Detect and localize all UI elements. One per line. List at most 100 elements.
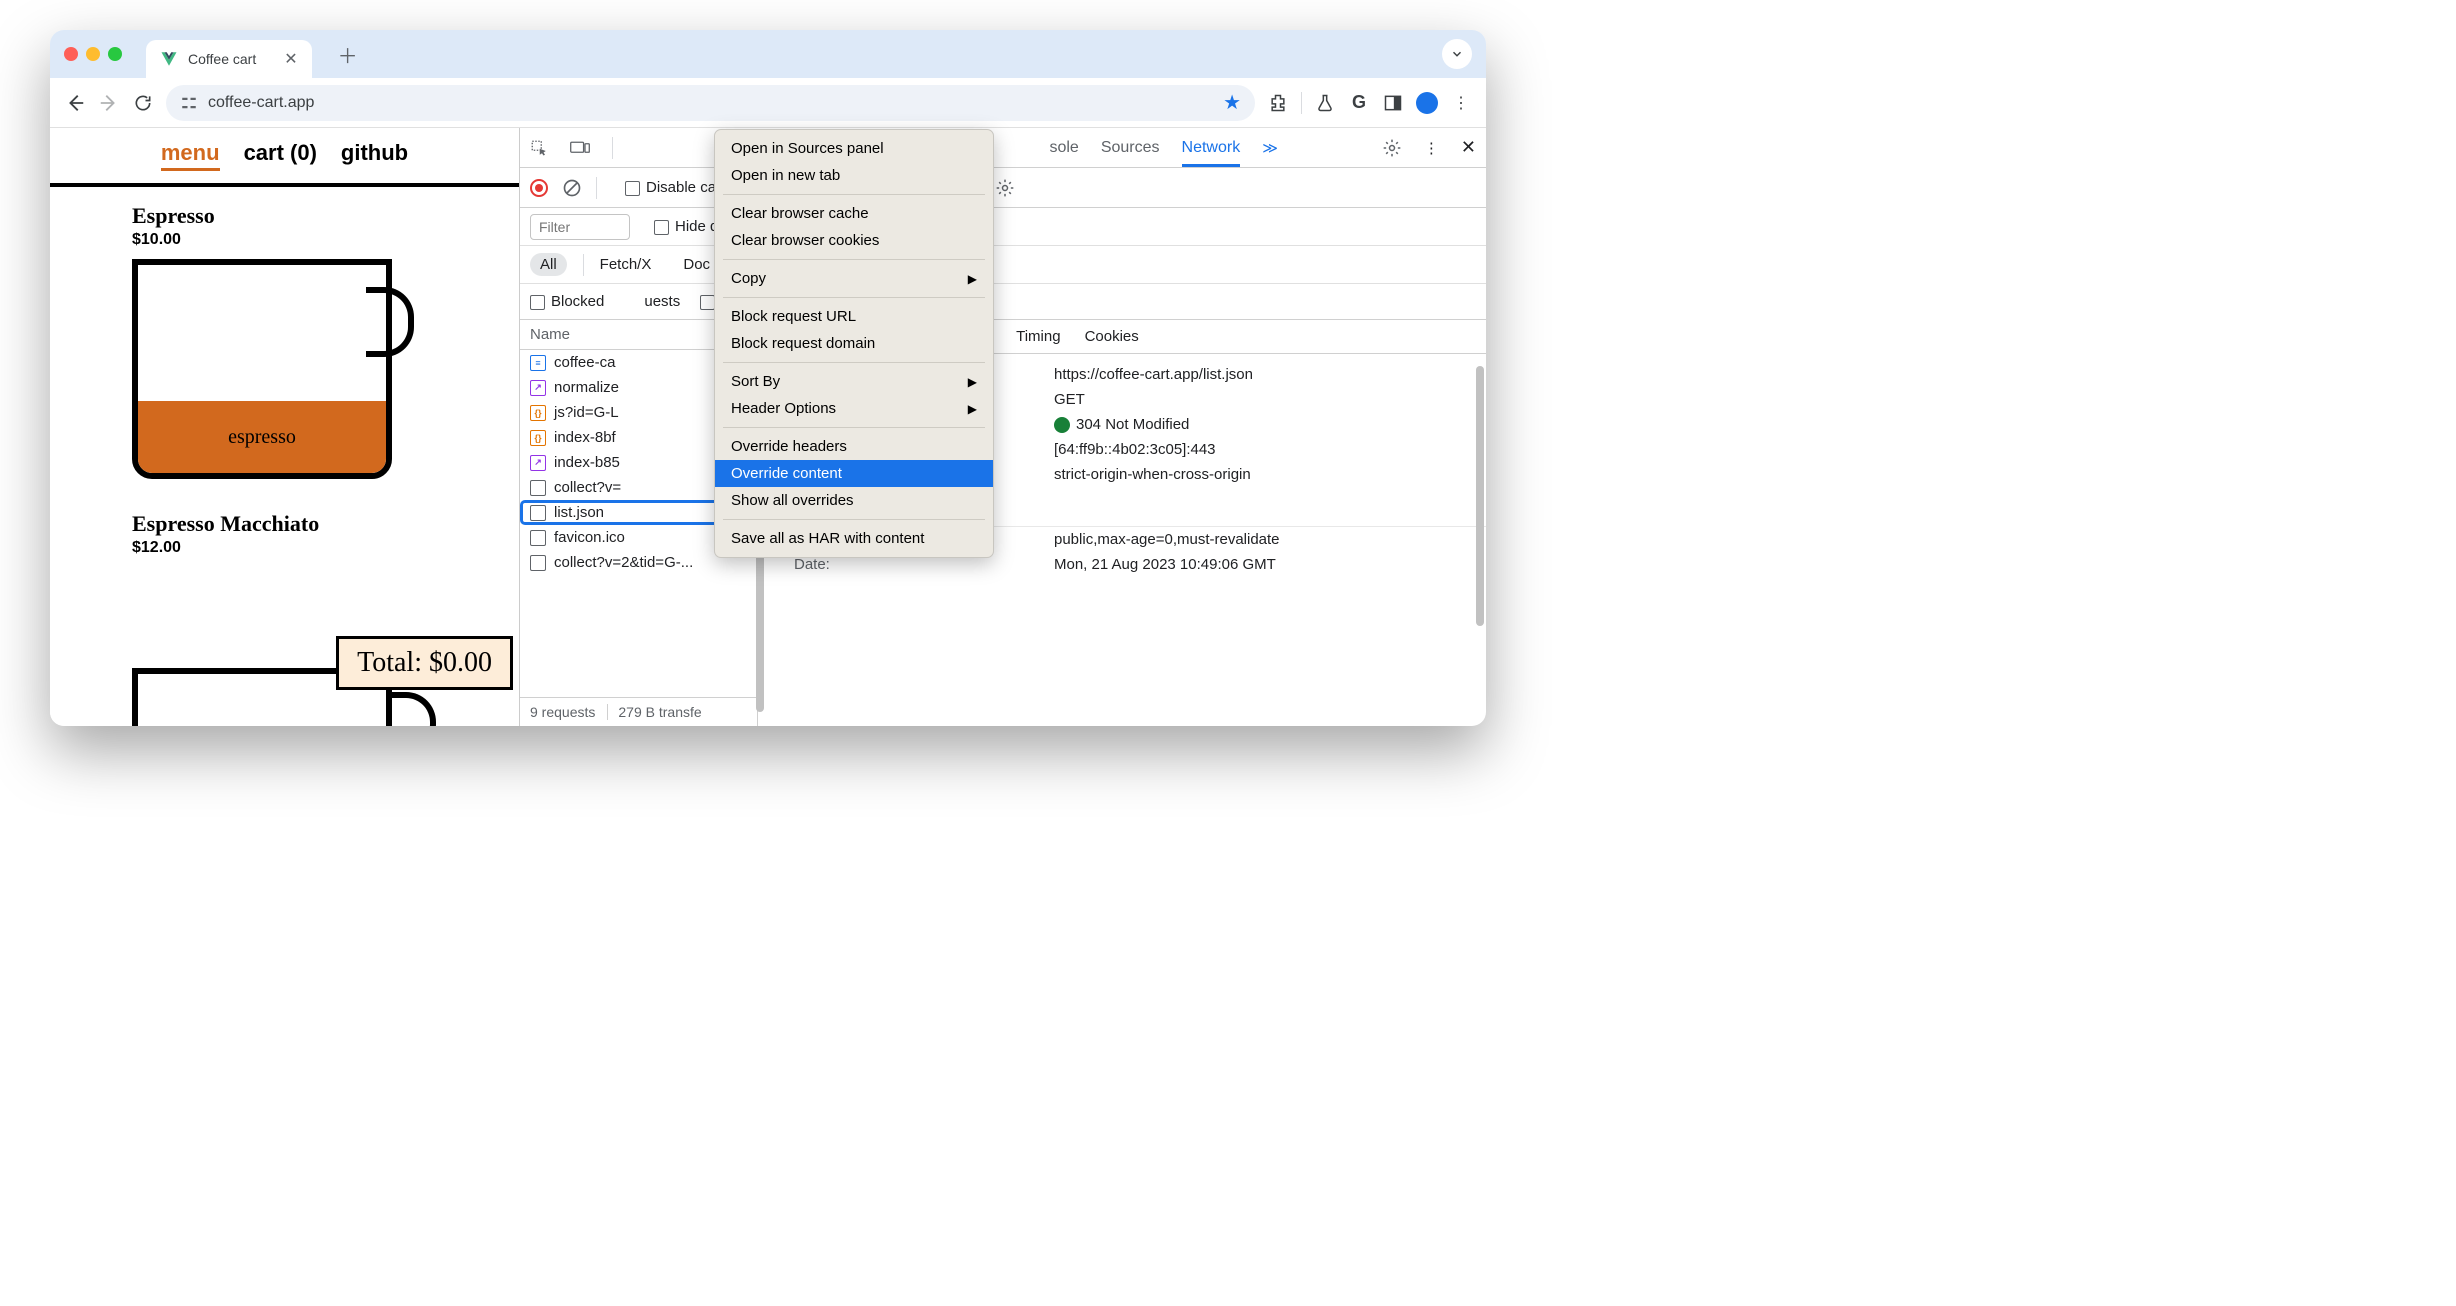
window-close-button[interactable] bbox=[64, 47, 78, 61]
extension-icon bbox=[1268, 93, 1288, 113]
tab-title: Coffee cart bbox=[188, 51, 256, 67]
more-tabs-button[interactable]: ≫ bbox=[1262, 139, 1278, 157]
panel-tab-console[interactable]: sole bbox=[1049, 139, 1078, 157]
gear-icon[interactable] bbox=[1382, 138, 1402, 158]
inspect-icon[interactable] bbox=[530, 139, 548, 157]
product-name: Espresso bbox=[132, 203, 519, 229]
context-menu-item[interactable]: Save all as HAR with content bbox=[715, 525, 993, 552]
menu-item-label: Copy bbox=[731, 270, 766, 287]
arrow-right-icon bbox=[98, 92, 120, 114]
menu-item-label: Open in Sources panel bbox=[731, 140, 884, 157]
bookmark-star-icon[interactable]: ★ bbox=[1223, 90, 1241, 115]
devtools-menu-button[interactable]: ⋮ bbox=[1424, 139, 1439, 157]
clear-button[interactable] bbox=[562, 178, 582, 198]
device-toolbar-icon[interactable] bbox=[570, 139, 590, 157]
context-menu-item[interactable]: Copy ▶ bbox=[715, 265, 993, 292]
tab-cookies[interactable]: Cookies bbox=[1085, 328, 1139, 345]
menu-item-label: Save all as HAR with content bbox=[731, 530, 924, 547]
blocked-requests-checkbox[interactable]: Blocked bbox=[530, 293, 604, 310]
doc-file-icon: ≡ bbox=[530, 355, 546, 371]
product-card: Espresso $10.00 espresso bbox=[50, 187, 519, 489]
other-file-icon bbox=[530, 530, 546, 546]
nav-menu-link[interactable]: menu bbox=[161, 140, 220, 171]
scrollbar[interactable] bbox=[1476, 366, 1484, 626]
product-price: $12.00 bbox=[132, 539, 519, 557]
js-file-icon: {} bbox=[530, 405, 546, 421]
forward-button[interactable] bbox=[98, 92, 120, 114]
google-button[interactable]: G bbox=[1348, 92, 1370, 114]
window-minimize-button[interactable] bbox=[86, 47, 100, 61]
vue-logo-icon bbox=[160, 50, 178, 68]
browser-menu-button[interactable]: ⋮ bbox=[1450, 92, 1472, 114]
css-file-icon: ↗ bbox=[530, 455, 546, 471]
profile-avatar[interactable] bbox=[1416, 92, 1438, 114]
nav-cart-link[interactable]: cart (0) bbox=[244, 140, 317, 171]
filter-fetch[interactable]: Fetch/X bbox=[600, 256, 652, 273]
context-menu: Open in Sources panel Open in new tab Clea… bbox=[714, 129, 994, 558]
page-content: menu cart (0) github Espresso $10.00 esp… bbox=[50, 128, 520, 726]
context-menu-item[interactable]: Block request URL bbox=[715, 303, 993, 330]
panel-tab-sources[interactable]: Sources bbox=[1101, 139, 1160, 157]
network-type-filter: All Fetch/X Doc WS Wasm Manifest Other bbox=[520, 246, 1486, 284]
new-tab-button[interactable]: ＋ bbox=[338, 40, 358, 69]
product-card: Espresso Macchiato $12.00 bbox=[50, 489, 519, 557]
request-name: js?id=G-L bbox=[554, 404, 619, 421]
status-dot-icon bbox=[1054, 417, 1070, 433]
menu-separator bbox=[723, 194, 985, 195]
window-maximize-button[interactable] bbox=[108, 47, 122, 61]
context-menu-item[interactable]: Clear browser cache bbox=[715, 200, 993, 227]
network-filter-bar: Hide data URLs Hide extension URLs bbox=[520, 208, 1486, 246]
context-menu-item[interactable]: Override content bbox=[715, 460, 993, 487]
arrow-left-icon bbox=[64, 92, 86, 114]
context-menu-item[interactable]: Show all overrides bbox=[715, 487, 993, 514]
menu-item-label: Block request URL bbox=[731, 308, 856, 325]
tab-close-icon[interactable]: ✕ bbox=[284, 49, 297, 69]
labs-button[interactable] bbox=[1314, 92, 1336, 114]
transfer-size: 279 B transfe bbox=[607, 704, 701, 720]
request-name: index-b85 bbox=[554, 454, 620, 471]
context-menu-item[interactable]: Block request domain bbox=[715, 330, 993, 357]
request-count: 9 requests bbox=[530, 704, 595, 720]
browser-tab[interactable]: Coffee cart ✕ bbox=[146, 40, 312, 78]
submenu-arrow-icon: ▶ bbox=[968, 272, 977, 286]
menu-item-label: Show all overrides bbox=[731, 492, 854, 509]
filter-all[interactable]: All bbox=[530, 253, 567, 276]
submenu-arrow-icon: ▶ bbox=[968, 402, 977, 416]
request-name: normalize bbox=[554, 379, 619, 396]
site-nav: menu cart (0) github bbox=[50, 128, 519, 187]
context-menu-item[interactable]: Sort By▶ bbox=[715, 368, 993, 395]
remote-address: [64:ff9b::4b02:3c05]:443 bbox=[1054, 441, 1216, 458]
reload-button[interactable] bbox=[132, 92, 154, 114]
tabs-dropdown-button[interactable] bbox=[1442, 39, 1472, 69]
cart-total[interactable]: Total: $0.00 bbox=[336, 636, 513, 690]
back-button[interactable] bbox=[64, 92, 86, 114]
context-menu-item[interactable]: Header Options▶ bbox=[715, 395, 993, 422]
request-name: collect?v=2&tid=G-... bbox=[554, 554, 693, 571]
request-name: list.json bbox=[554, 504, 604, 521]
tab-timing[interactable]: Timing bbox=[1016, 328, 1060, 345]
extensions-button[interactable] bbox=[1267, 92, 1289, 114]
panel-tab-network[interactable]: Network bbox=[1182, 139, 1241, 167]
menu-separator bbox=[723, 362, 985, 363]
record-button[interactable] bbox=[530, 179, 548, 197]
css-file-icon: ↗ bbox=[530, 380, 546, 396]
omnibox[interactable]: coffee-cart.app ★ bbox=[166, 85, 1255, 121]
filter-input[interactable] bbox=[530, 214, 630, 240]
coffee-mug-graphic[interactable]: espresso bbox=[132, 259, 402, 489]
site-settings-icon[interactable] bbox=[180, 94, 198, 112]
devtools-close-button[interactable]: ✕ bbox=[1461, 137, 1476, 158]
sidepanel-button[interactable] bbox=[1382, 92, 1404, 114]
context-menu-item[interactable]: Open in new tab bbox=[715, 162, 993, 189]
menu-item-label: Override headers bbox=[731, 438, 847, 455]
context-menu-item[interactable]: Clear browser cookies bbox=[715, 227, 993, 254]
menu-item-label: Open in new tab bbox=[731, 167, 840, 184]
menu-item-label: Clear browser cookies bbox=[731, 232, 879, 249]
network-toolbar: Disable cache No throttling bbox=[520, 168, 1486, 208]
nav-github-link[interactable]: github bbox=[341, 140, 408, 171]
gear-icon[interactable] bbox=[995, 178, 1015, 198]
context-menu-item[interactable]: Override headers bbox=[715, 433, 993, 460]
filter-doc[interactable]: Doc bbox=[683, 256, 710, 273]
url-text: coffee-cart.app bbox=[208, 94, 314, 112]
referrer-policy: strict-origin-when-cross-origin bbox=[1054, 466, 1251, 483]
context-menu-item[interactable]: Open in Sources panel bbox=[715, 135, 993, 162]
